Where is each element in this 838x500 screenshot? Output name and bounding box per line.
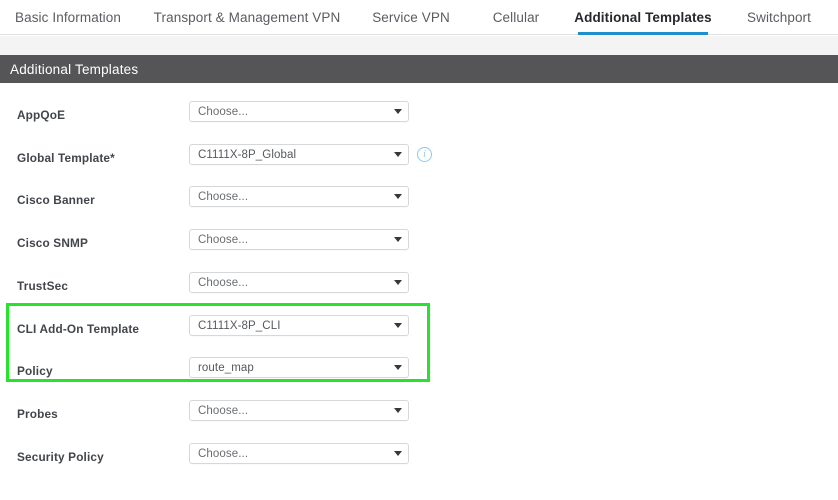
tab-cellular[interactable]: Cellular: [478, 0, 554, 35]
dropdown-value: route_map: [198, 361, 254, 374]
field-label-cisco-banner: Cisco Banner: [17, 179, 95, 221]
dropdown-value: C1111X-8P_Global: [198, 148, 297, 161]
dropdown-cli-add-on-template[interactable]: C1111X-8P_CLI: [189, 315, 409, 336]
tab-active-underline: [578, 32, 708, 35]
tabbar-spacer: [0, 36, 838, 55]
field-label-text: TrustSec: [17, 279, 69, 293]
dropdown-value: Choose...: [198, 233, 249, 246]
tab-label: Basic Information: [15, 10, 121, 25]
field-label-trustsec: TrustSec: [17, 265, 68, 307]
section-header: Additional Templates: [0, 55, 838, 83]
chevron-down-icon: [394, 152, 402, 157]
section-title: Additional Templates: [10, 61, 139, 77]
dropdown-value: Choose...: [198, 276, 249, 289]
chevron-down-icon: [394, 237, 402, 242]
field-label-appqoe: AppQoE: [17, 94, 65, 136]
form-row-cisco-snmp: Cisco SNMP Choose...: [0, 222, 838, 264]
tab-service-vpn[interactable]: Service VPN: [358, 0, 464, 35]
field-label-global-template: Global Template *: [17, 137, 115, 179]
form-row-security-policy: Security Policy Choose...: [0, 436, 838, 478]
tab-label: Switchport: [746, 10, 812, 25]
field-label-text: Probes: [17, 407, 58, 421]
field-label-text: Policy: [17, 364, 53, 378]
tab-basic-information[interactable]: Basic Information: [0, 0, 136, 35]
dropdown-trustsec[interactable]: Choose...: [189, 272, 409, 293]
form-row-trustsec: TrustSec Choose...: [0, 265, 838, 307]
field-label-policy: Policy: [17, 350, 53, 392]
tab-additional-templates[interactable]: Additional Templates: [574, 0, 712, 35]
chevron-down-icon: [394, 109, 402, 114]
field-label-text: AppQoE: [17, 108, 66, 122]
tab-list: Basic Information Transport & Management …: [0, 0, 838, 35]
dropdown-security-policy[interactable]: Choose...: [189, 443, 409, 464]
chevron-down-icon: [394, 365, 402, 370]
field-label-text: Cisco SNMP: [17, 236, 88, 250]
chevron-down-icon: [394, 408, 402, 413]
info-icon[interactable]: i: [417, 147, 432, 162]
field-label-security-policy: Security Policy: [17, 436, 104, 478]
dropdown-value: Choose...: [198, 190, 249, 203]
dropdown-value: Choose...: [198, 105, 249, 118]
chevron-down-icon: [394, 451, 402, 456]
tab-label: Cellular: [492, 10, 540, 25]
page-root: Basic Information Transport & Management …: [0, 0, 838, 500]
field-label-cisco-snmp: Cisco SNMP: [17, 222, 88, 264]
dropdown-value: Choose...: [198, 447, 249, 460]
form-row-cli-add-on-template: CLI Add-On Template C1111X-8P_CLI: [0, 308, 838, 350]
tab-bar: Basic Information Transport & Management …: [0, 0, 838, 35]
chevron-down-icon: [394, 280, 402, 285]
form-row-appqoe: AppQoE Choose...: [0, 94, 838, 136]
dropdown-cisco-banner[interactable]: Choose...: [189, 186, 409, 207]
chevron-down-icon: [394, 323, 402, 328]
field-label-text: Cisco Banner: [17, 193, 95, 207]
tab-transport-management-vpn[interactable]: Transport & Management VPN: [152, 0, 342, 35]
field-label-cli-add-on-template: CLI Add-On Template: [17, 308, 139, 350]
dropdown-appqoe[interactable]: Choose...: [189, 101, 409, 122]
dropdown-global-template[interactable]: C1111X-8P_Global: [189, 144, 409, 165]
field-label-probes: Probes: [17, 393, 58, 435]
dropdown-cisco-snmp[interactable]: Choose...: [189, 229, 409, 250]
form-row-cisco-banner: Cisco Banner Choose...: [0, 179, 838, 221]
dropdown-probes[interactable]: Choose...: [189, 400, 409, 421]
form-row-policy: Policy route_map: [0, 350, 838, 392]
tab-label: Transport & Management VPN: [153, 10, 341, 25]
tab-label: Service VPN: [372, 10, 450, 25]
field-label-text: Global Template: [17, 151, 111, 165]
dropdown-value: Choose...: [198, 404, 249, 417]
chevron-down-icon: [394, 194, 402, 199]
dropdown-policy[interactable]: route_map: [189, 357, 409, 378]
field-label-text: CLI Add-On Template: [17, 322, 140, 336]
tab-label: Additional Templates: [574, 10, 712, 25]
field-label-text: Security Policy: [17, 450, 104, 464]
required-asterisk: *: [110, 151, 115, 165]
additional-templates-form: AppQoE Choose... Global Template * C1111X-8…: [0, 84, 838, 500]
tab-switchport[interactable]: Switchport: [734, 0, 824, 35]
form-row-probes: Probes Choose...: [0, 393, 838, 435]
dropdown-value: C1111X-8P_CLI: [198, 319, 281, 332]
form-row-global-template: Global Template * C1111X-8P_Global i: [0, 137, 838, 179]
